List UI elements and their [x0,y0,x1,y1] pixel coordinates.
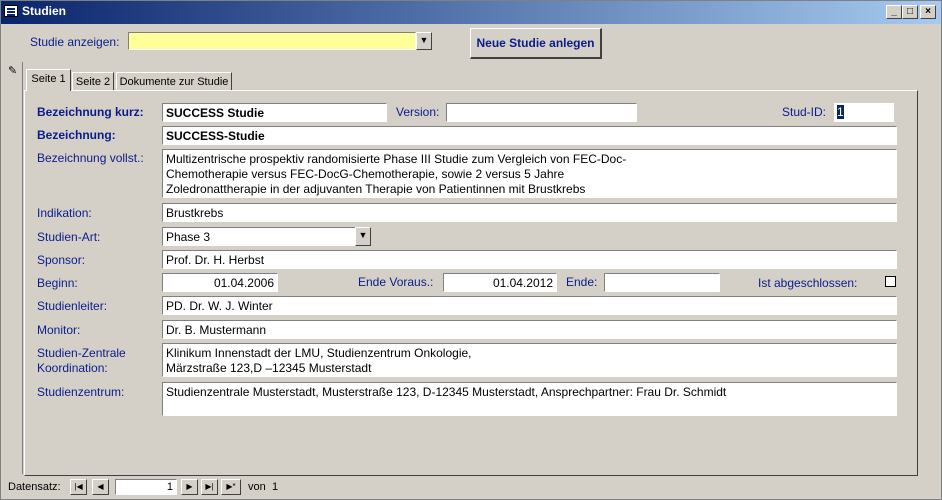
title-bar[interactable] [1,1,941,24]
minimize-button[interactable]: _ [886,5,902,19]
record-selector[interactable] [3,62,23,474]
ende-field[interactable] [604,273,720,292]
studienzentrum-label: Studienzentrum: [37,385,125,399]
von-label: von [248,481,266,493]
abgeschlossen-checkbox[interactable] [885,276,896,287]
studie-combo-dropdown[interactable]: ▼ [416,32,432,50]
tab-seite-1[interactable]: Seite 1 [26,69,71,91]
ende-voraus-field[interactable]: 01.04.2012 [443,273,557,292]
studienleiter-field[interactable]: PD. Dr. W. J. Winter [162,296,897,315]
tab-dokumente[interactable]: Dokumente zur Studie [116,72,232,91]
tab-seite-2[interactable]: Seite 2 [72,72,114,91]
maximize-button[interactable]: □ [902,5,918,19]
version-field[interactable] [446,103,637,122]
beginn-label: Beginn: [37,276,78,290]
neue-studie-button[interactable]: Neue Studie anlegen [470,28,602,59]
datensatz-label: Datensatz: [8,481,61,493]
total-records: 1 [272,481,279,493]
stud-id-label: Stud-ID: [782,105,827,119]
studien-art-combo[interactable]: Phase 3 [162,227,356,246]
stud-id-value: 1 [837,105,844,119]
sponsor-field[interactable]: Prof. Dr. H. Herbst [162,250,897,269]
monitor-field[interactable]: Dr. B. Mustermann [162,320,897,339]
form-icon [4,5,18,17]
ende-label: Ende: [566,275,598,289]
pencil-icon: ✎ [8,65,18,77]
bez-label: Bezeichnung: [37,128,116,142]
studie-anzeigen-label: Studie anzeigen: [30,35,120,49]
bez-field[interactable]: SUCCESS-Studie [162,126,897,145]
first-record-button[interactable]: |◀ [70,479,87,495]
zentrale-label-1: Studien-Zentrale [37,346,126,360]
bez-kurz-label: Bezeichnung kurz: [37,105,144,119]
beginn-field[interactable]: 01.04.2006 [162,273,278,292]
monitor-label: Monitor: [37,323,81,337]
studien-art-label: Studien-Art: [37,230,101,244]
version-label: Version: [396,105,440,119]
studienzentrum-field[interactable]: Studienzentrale Musterstadt, Musterstraß… [162,382,897,416]
stud-id-field[interactable]: 1 [834,103,894,122]
sponsor-label: Sponsor: [37,253,86,267]
studien-art-dropdown[interactable]: ▼ [355,227,371,246]
close-button[interactable]: × [920,5,936,19]
bez-voll-field[interactable]: Multizentrische prospektiv randomisierte… [162,149,897,198]
zentrale-field[interactable]: Klinikum Innenstadt der LMU, Studienzent… [162,343,897,377]
bez-kurz-field[interactable]: SUCCESS Studie [162,103,387,122]
ende-voraus-label: Ende Voraus.: [358,275,434,289]
indikation-field[interactable]: Brustkrebs [162,203,897,222]
zentrale-label-2: Koordination: [37,361,108,375]
studienleiter-label: Studienleiter: [37,299,108,313]
abgeschlossen-label: Ist abgeschlossen: [758,276,858,290]
record-number-field[interactable]: 1 [115,479,177,495]
next-record-button[interactable]: ▶ [181,479,198,495]
prev-record-button[interactable]: ◀ [92,479,109,495]
new-record-button[interactable]: ▶* [221,479,241,495]
studie-anzeigen-combo[interactable] [128,32,416,50]
indikation-label: Indikation: [37,206,92,220]
bez-voll-label: Bezeichnung vollst.: [37,151,144,165]
last-record-button[interactable]: ▶| [201,479,218,495]
window-title: Studien [22,4,66,18]
